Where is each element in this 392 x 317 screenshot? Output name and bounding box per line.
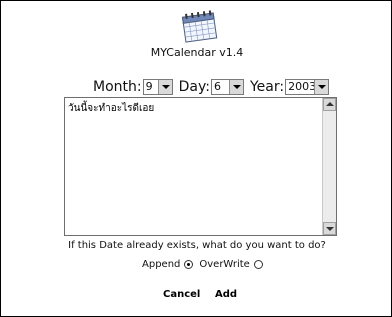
append-radio[interactable] <box>184 259 194 269</box>
chevron-down-icon <box>314 80 329 94</box>
overwrite-question: If this Date already exists, what do you… <box>68 240 326 251</box>
note-textarea[interactable]: วันนี้จะทำอะไรดีเอย <box>64 97 337 236</box>
overwrite-radio[interactable] <box>253 259 263 269</box>
cancel-button[interactable]: Cancel <box>163 289 200 300</box>
month-select[interactable]: 9 <box>142 79 173 95</box>
action-bar: Cancel Add <box>1 289 392 303</box>
chevron-down-icon <box>157 80 172 94</box>
overwrite-label: OverWrite <box>199 258 250 270</box>
day-select[interactable]: 6 <box>210 79 244 95</box>
app-title: MYCalendar v1.4 <box>150 46 244 59</box>
year-select[interactable]: 2003 <box>285 79 330 95</box>
dialog-window: MYCalendar v1.4 Month: 9 Day: 6 Year: 20… <box>0 0 392 317</box>
note-text: วันนี้จะทำอะไรดีเอย <box>68 103 155 114</box>
conflict-options: Append OverWrite <box>142 257 269 271</box>
calendar-icon <box>179 9 221 45</box>
scroll-up-icon[interactable] <box>323 98 336 111</box>
day-label: Day: <box>178 79 210 95</box>
append-label: Append <box>142 258 181 270</box>
date-selector: Month: 9 Day: 6 Year: 2003 <box>93 77 330 97</box>
scroll-down-icon[interactable] <box>323 222 336 235</box>
scrollbar[interactable] <box>322 98 336 235</box>
month-label: Month: <box>93 79 142 95</box>
add-button[interactable]: Add <box>215 289 237 300</box>
year-label: Year: <box>249 79 285 95</box>
chevron-down-icon <box>228 80 243 94</box>
